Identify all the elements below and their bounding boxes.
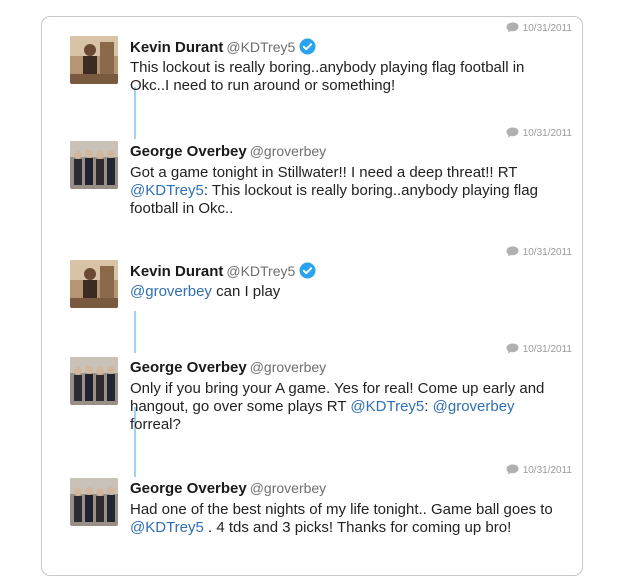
verified-badge-icon bbox=[299, 262, 316, 283]
author-handle[interactable]: @groverbey bbox=[250, 359, 326, 375]
tweet-text: Had one of the best nights of my life to… bbox=[130, 501, 560, 537]
tweet-text-segment: . 4 tds and 3 picks! Thanks for coming u… bbox=[203, 519, 512, 536]
avatar-george-overbey[interactable] bbox=[70, 478, 118, 526]
author-row: George Overbey @groverbey bbox=[130, 359, 326, 376]
author-row: Kevin Durant @KDTrey5 bbox=[130, 262, 316, 283]
tweet-meta: 10/31/2011 bbox=[506, 343, 572, 355]
reply-bubble-icon bbox=[506, 22, 519, 33]
tweet-text: Only if you bring your A game. Yes for r… bbox=[130, 380, 560, 434]
author-name[interactable]: George Overbey bbox=[130, 359, 247, 376]
mention-link[interactable]: @KDTrey5 bbox=[130, 519, 204, 536]
author-row: George Overbey @groverbey bbox=[130, 480, 326, 497]
tweet-text-segment: can I play bbox=[211, 283, 281, 300]
tweet-meta: 10/31/2011 bbox=[506, 127, 572, 139]
mention-link[interactable]: @groverbey bbox=[433, 398, 515, 415]
mention-link[interactable]: @groverbey bbox=[130, 283, 212, 300]
verified-badge-icon bbox=[299, 38, 316, 59]
thread-connector bbox=[134, 311, 136, 353]
tweet-meta: 10/31/2011 bbox=[506, 464, 572, 476]
author-row: George Overbey @groverbey bbox=[130, 143, 326, 160]
tweet-meta: 10/31/2011 bbox=[506, 22, 572, 34]
tweet-text: This lockout is really boring..anybody p… bbox=[130, 59, 560, 95]
tweet-text-segment: This lockout is really boring..anybody p… bbox=[130, 59, 525, 94]
timestamp: 10/31/2011 bbox=[522, 344, 572, 355]
timestamp: 10/31/2011 bbox=[522, 465, 572, 476]
timestamp: 10/31/2011 bbox=[522, 247, 572, 258]
reply-bubble-icon bbox=[506, 127, 519, 138]
author-row: Kevin Durant @KDTrey5 bbox=[130, 38, 316, 59]
tweet-thread-card: 10/31/2011 Kevin Durant @KDTrey5 This loc… bbox=[41, 16, 583, 576]
author-handle[interactable]: @KDTrey5 bbox=[226, 39, 295, 55]
author-name[interactable]: Kevin Durant bbox=[130, 39, 223, 56]
author-handle[interactable]: @groverbey bbox=[250, 143, 326, 159]
author-handle[interactable]: @KDTrey5 bbox=[226, 263, 295, 279]
author-name[interactable]: George Overbey bbox=[130, 480, 247, 497]
timestamp: 10/31/2011 bbox=[522, 128, 572, 139]
reply-bubble-icon bbox=[506, 343, 519, 354]
tweet-text-segment: : bbox=[424, 398, 433, 415]
tweet-text-segment: Got a game tonight in Stillwater!! I nee… bbox=[130, 164, 518, 181]
avatar-kevin-durant[interactable] bbox=[70, 36, 118, 84]
tweet-text: @groverbey can I play bbox=[130, 283, 560, 301]
tweet-text-segment: Had one of the best nights of my life to… bbox=[130, 501, 553, 518]
avatar-george-overbey[interactable] bbox=[70, 141, 118, 189]
tweet-meta: 10/31/2011 bbox=[506, 246, 572, 258]
avatar-kevin-durant[interactable] bbox=[70, 260, 118, 308]
author-handle[interactable]: @groverbey bbox=[250, 480, 326, 496]
author-name[interactable]: Kevin Durant bbox=[130, 263, 223, 280]
tweet-text: Got a game tonight in Stillwater!! I nee… bbox=[130, 164, 560, 218]
reply-bubble-icon bbox=[506, 246, 519, 257]
timestamp: 10/31/2011 bbox=[522, 23, 572, 34]
reply-bubble-icon bbox=[506, 464, 519, 475]
mention-link[interactable]: @KDTrey5 bbox=[130, 182, 204, 199]
tweet-text-segment: forreal? bbox=[130, 416, 181, 433]
author-name[interactable]: George Overbey bbox=[130, 143, 247, 160]
avatar-george-overbey[interactable] bbox=[70, 357, 118, 405]
mention-link[interactable]: @KDTrey5 bbox=[350, 398, 424, 415]
